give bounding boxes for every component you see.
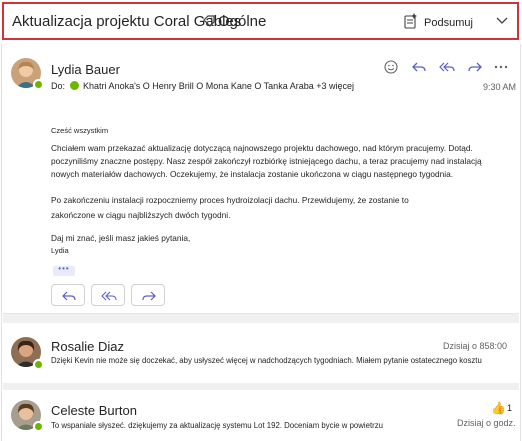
more-options-icon[interactable] — [493, 60, 509, 74]
recipients-list[interactable]: Khatri Anoka's O Henry Brill O Mona Kane… — [83, 81, 354, 91]
message-time: Dzisiaj o godz. — [457, 418, 516, 428]
message-time: 9:30 AM — [483, 82, 517, 92]
chevron-down-icon[interactable] — [496, 16, 508, 26]
collapsed-message[interactable]: Rosalie Diaz Dzisiaj o 858:00 Dzięki Kev… — [3, 323, 519, 383]
reply-all-icon[interactable] — [439, 60, 455, 74]
sender-name[interactable]: Lydia Bauer — [51, 62, 120, 77]
recipients-line: Do: Khatri Anoka's O Henry Brill O Mona … — [51, 81, 354, 91]
channel-tag-icon — [203, 15, 215, 27]
collapsed-message[interactable]: Celeste Burton Dzisiaj o godz. 👍 1 To ws… — [3, 390, 519, 441]
reply-icon — [62, 291, 76, 301]
expanded-message: Lydia Bauer Do: Khatri Anoka's O Henry B… — [3, 44, 519, 314]
reaction-count: 1 — [507, 403, 513, 413]
presence-available-icon — [33, 79, 44, 90]
message-greeting: Cześć wszystkim — [51, 126, 109, 135]
message-time: Dzisiaj o 858:00 — [443, 341, 508, 351]
thumbs-up-reaction-icon[interactable]: 👍 — [491, 401, 506, 415]
show-quoted-text-button[interactable]: ••• — [53, 265, 75, 276]
channel-name[interactable]: Ogólne — [218, 13, 266, 30]
summarize-button[interactable]: Podsumuj — [424, 17, 473, 29]
message-paragraph: Po zakończeniu instalacji rozpoczniemy p… — [51, 195, 409, 205]
presence-available-icon — [33, 421, 44, 432]
presence-available-icon — [33, 359, 44, 370]
forward-button[interactable] — [131, 284, 165, 306]
message-paragraph: Chciałem wam przekazać aktualizację doty… — [51, 143, 482, 179]
summarize-icon[interactable] — [404, 13, 418, 29]
forward-icon — [142, 291, 156, 301]
message-separator — [3, 314, 519, 323]
emoji-reaction-icon[interactable] — [383, 60, 399, 74]
message-paragraph: zakończone w ciągu najbliższych dwóch ty… — [51, 210, 231, 220]
message-preview: To wspaniale słyszeć. dziękujemy za aktu… — [51, 421, 383, 430]
message-signature: Lydia — [51, 246, 69, 255]
conversation-header: Aktualizacja projektu Coral Gables Ogóln… — [2, 2, 519, 40]
message-separator — [3, 383, 519, 390]
reply-icon[interactable] — [411, 60, 427, 74]
sender-name[interactable]: Rosalie Diaz — [51, 339, 124, 354]
presence-check-icon — [69, 81, 79, 90]
reply-all-button[interactable] — [91, 284, 125, 306]
sender-name[interactable]: Celeste Burton — [51, 403, 137, 418]
reply-button[interactable] — [51, 284, 85, 306]
forward-icon[interactable] — [467, 60, 483, 74]
to-label: Do: — [51, 81, 66, 91]
message-preview: Dzięki Kevin nie może się doczekać, aby … — [51, 356, 482, 365]
reply-all-icon — [101, 291, 117, 301]
